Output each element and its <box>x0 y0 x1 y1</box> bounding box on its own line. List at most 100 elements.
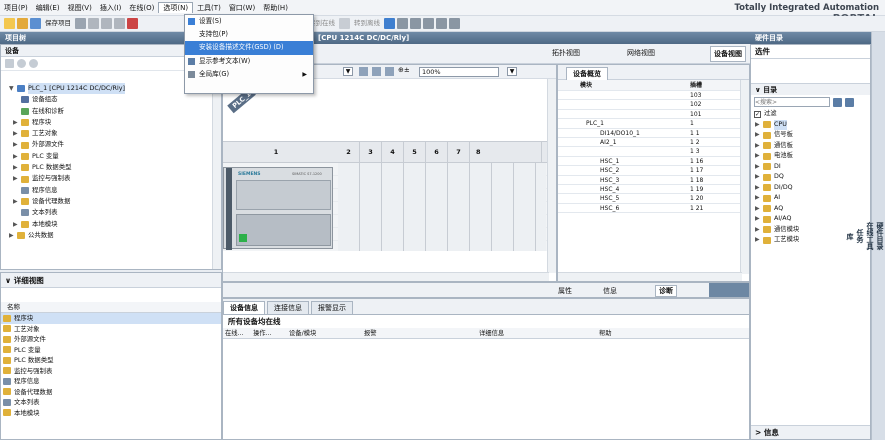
window-layout-icon[interactable] <box>449 18 460 29</box>
info-tab[interactable]: 信息 <box>603 286 617 296</box>
cpu-module[interactable]: SIEMENS SIMATIC S7-1200 <box>223 167 333 250</box>
col-device-module[interactable]: 设备/模块 <box>289 328 364 338</box>
menu-item-global-libraries[interactable]: 全局库(G) ▶ <box>185 68 313 81</box>
detail-item[interactable]: 监控与强制表 <box>1 366 221 377</box>
overview-row[interactable]: 102 <box>558 100 749 110</box>
overview-row[interactable]: 101 <box>558 110 749 120</box>
zoom-select[interactable]: 100% <box>419 67 499 77</box>
expand-icon[interactable]: ▶ <box>755 141 763 152</box>
tree-view-icon[interactable] <box>5 59 14 68</box>
device-select-dropdown[interactable]: ▼ <box>343 67 353 76</box>
device-view-tab[interactable]: 设备视图 <box>710 46 746 62</box>
layout-icon[interactable] <box>385 67 394 76</box>
detail-item[interactable]: 工艺对象 <box>1 324 221 335</box>
overview-col-slot[interactable]: 插槽 <box>676 80 716 90</box>
rack-slot-7[interactable]: 7 <box>448 142 470 162</box>
filter-checkbox[interactable]: ✓ <box>754 110 761 118</box>
go-offline-button[interactable]: 转到离线 <box>352 18 382 29</box>
col-alarm[interactable]: 报警 <box>364 328 479 338</box>
tree-item-plc-tags[interactable]: ▶ PLC 变量 <box>9 151 221 162</box>
detail-item[interactable]: PLC 变量 <box>1 345 221 356</box>
overview-col-module[interactable]: 模块 <box>580 80 676 90</box>
connection-info-tab[interactable]: 连接信息 <box>267 301 309 314</box>
col-help[interactable]: 帮助 <box>599 328 679 338</box>
detail-item[interactable]: 外部源文件 <box>1 334 221 345</box>
open-project-icon[interactable] <box>17 18 28 29</box>
tree-item-program-info[interactable]: 程序信息 <box>9 185 221 196</box>
overview-row[interactable]: AI2_1 1 2 <box>558 138 749 148</box>
menu-tools[interactable]: 工具(T) <box>193 3 225 13</box>
rack-slot-1[interactable]: 1 <box>231 142 321 162</box>
overview-vscrollbar[interactable] <box>740 80 749 274</box>
inspector-window-controls[interactable] <box>709 283 749 297</box>
grid-icon[interactable] <box>372 67 381 76</box>
canvas-hscrollbar[interactable] <box>223 272 549 281</box>
detail-item[interactable]: 程序信息 <box>1 376 221 387</box>
tree-item-local-modules[interactable]: ▶ 本地模块 <box>9 219 221 230</box>
forward-icon[interactable] <box>29 59 38 68</box>
back-icon[interactable] <box>17 59 26 68</box>
device-info-tab[interactable]: 设备信息 <box>223 301 265 314</box>
new-project-icon[interactable] <box>4 18 15 29</box>
menu-item-show-reference-text[interactable]: 显示参考文本(W) <box>185 55 313 68</box>
overview-row[interactable]: HSC_2 1 17 <box>558 166 749 176</box>
side-tab-online-tools[interactable]: 在线工具 <box>865 50 875 422</box>
col-operation[interactable]: 操作... <box>253 328 289 338</box>
tree-item-external-sources[interactable]: ▶ 外部源文件 <box>9 139 221 150</box>
empty-slots[interactable] <box>338 163 546 251</box>
overview-row[interactable]: DI14/DO10_1 1 1 <box>558 129 749 138</box>
col-online[interactable]: 在线... <box>223 328 253 338</box>
expand-icon[interactable]: ▶ <box>755 204 763 215</box>
zoom-icon[interactable]: ⊕± <box>398 66 410 74</box>
tree-item-common-data[interactable]: ▶ 公共数据 <box>9 230 221 241</box>
overview-row[interactable]: HSC_1 1 16 <box>558 157 749 167</box>
collapse-icon[interactable]: ∨ <box>5 276 14 285</box>
detail-item[interactable]: PLC 数据类型 <box>1 355 221 366</box>
menu-edit[interactable]: 编辑(E) <box>32 3 64 13</box>
save-icon[interactable] <box>30 18 41 29</box>
copy-icon[interactable] <box>101 18 112 29</box>
tree-item-device-config[interactable]: 设备组态 <box>9 94 221 105</box>
close-icon[interactable] <box>423 18 434 29</box>
go-offline-icon[interactable] <box>339 18 350 29</box>
window-split-icon[interactable] <box>436 18 447 29</box>
catalog-search-input[interactable] <box>754 97 830 107</box>
tree-item-plc-datatypes[interactable]: ▶ PLC 数据类型 <box>9 162 221 173</box>
tree-scrollbar[interactable] <box>212 73 221 269</box>
tree-item-program-blocks[interactable]: ▶ 程序块 <box>9 117 221 128</box>
paste-icon[interactable] <box>114 18 125 29</box>
menu-help[interactable]: 帮助(H) <box>259 3 292 13</box>
menu-insert[interactable]: 插入(I) <box>96 3 126 13</box>
zoom-dropdown-icon[interactable]: ▼ <box>507 67 517 76</box>
overview-row[interactable]: HSC_5 1 20 <box>558 194 749 204</box>
tree-item-tech-objects[interactable]: ▶ 工艺对象 <box>9 128 221 139</box>
expand-icon[interactable]: ▶ <box>755 130 763 141</box>
menu-window[interactable]: 窗口(W) <box>225 3 259 13</box>
overview-row[interactable]: HSC_6 1 21 <box>558 204 749 214</box>
alarm-display-tab[interactable]: 报警显示 <box>311 301 353 314</box>
side-tab-libraries[interactable]: 库 <box>845 50 855 422</box>
expand-icon[interactable]: ▶ <box>755 225 763 236</box>
overview-row[interactable]: 103 <box>558 91 749 101</box>
print-icon[interactable] <box>75 18 86 29</box>
overview-row[interactable]: 1 3 <box>558 147 749 157</box>
menu-item-install-gsd[interactable]: 安装设备描述文件(GSD) (D) <box>185 41 313 55</box>
tree-item-text-lists[interactable]: 文本列表 <box>9 207 221 218</box>
expand-icon[interactable]: ▶ <box>755 172 763 183</box>
menu-project[interactable]: 项目(P) <box>0 3 32 13</box>
save-project-button[interactable]: 保存项目 <box>43 18 73 29</box>
tree-item-proxy-data[interactable]: ▶ 设备代理数据 <box>9 196 221 207</box>
expand-icon[interactable]: ▶ <box>755 120 763 131</box>
rack-slot-5[interactable]: 5 <box>404 142 426 162</box>
menu-item-settings[interactable]: 设置(S) <box>185 15 313 28</box>
cut-icon[interactable] <box>88 18 99 29</box>
expand-icon[interactable]: ▶ <box>755 162 763 173</box>
cross-reference-icon[interactable] <box>397 18 408 29</box>
rack-slot-6[interactable]: 6 <box>426 142 448 162</box>
expand-icon[interactable]: ▶ <box>755 193 763 204</box>
expand-icon[interactable]: ▶ <box>755 214 763 225</box>
delete-icon[interactable] <box>127 18 138 29</box>
detail-item[interactable]: 本地模块 <box>1 408 221 419</box>
accessible-devices-icon[interactable] <box>384 18 395 29</box>
zoom-fit-icon[interactable] <box>359 67 368 76</box>
